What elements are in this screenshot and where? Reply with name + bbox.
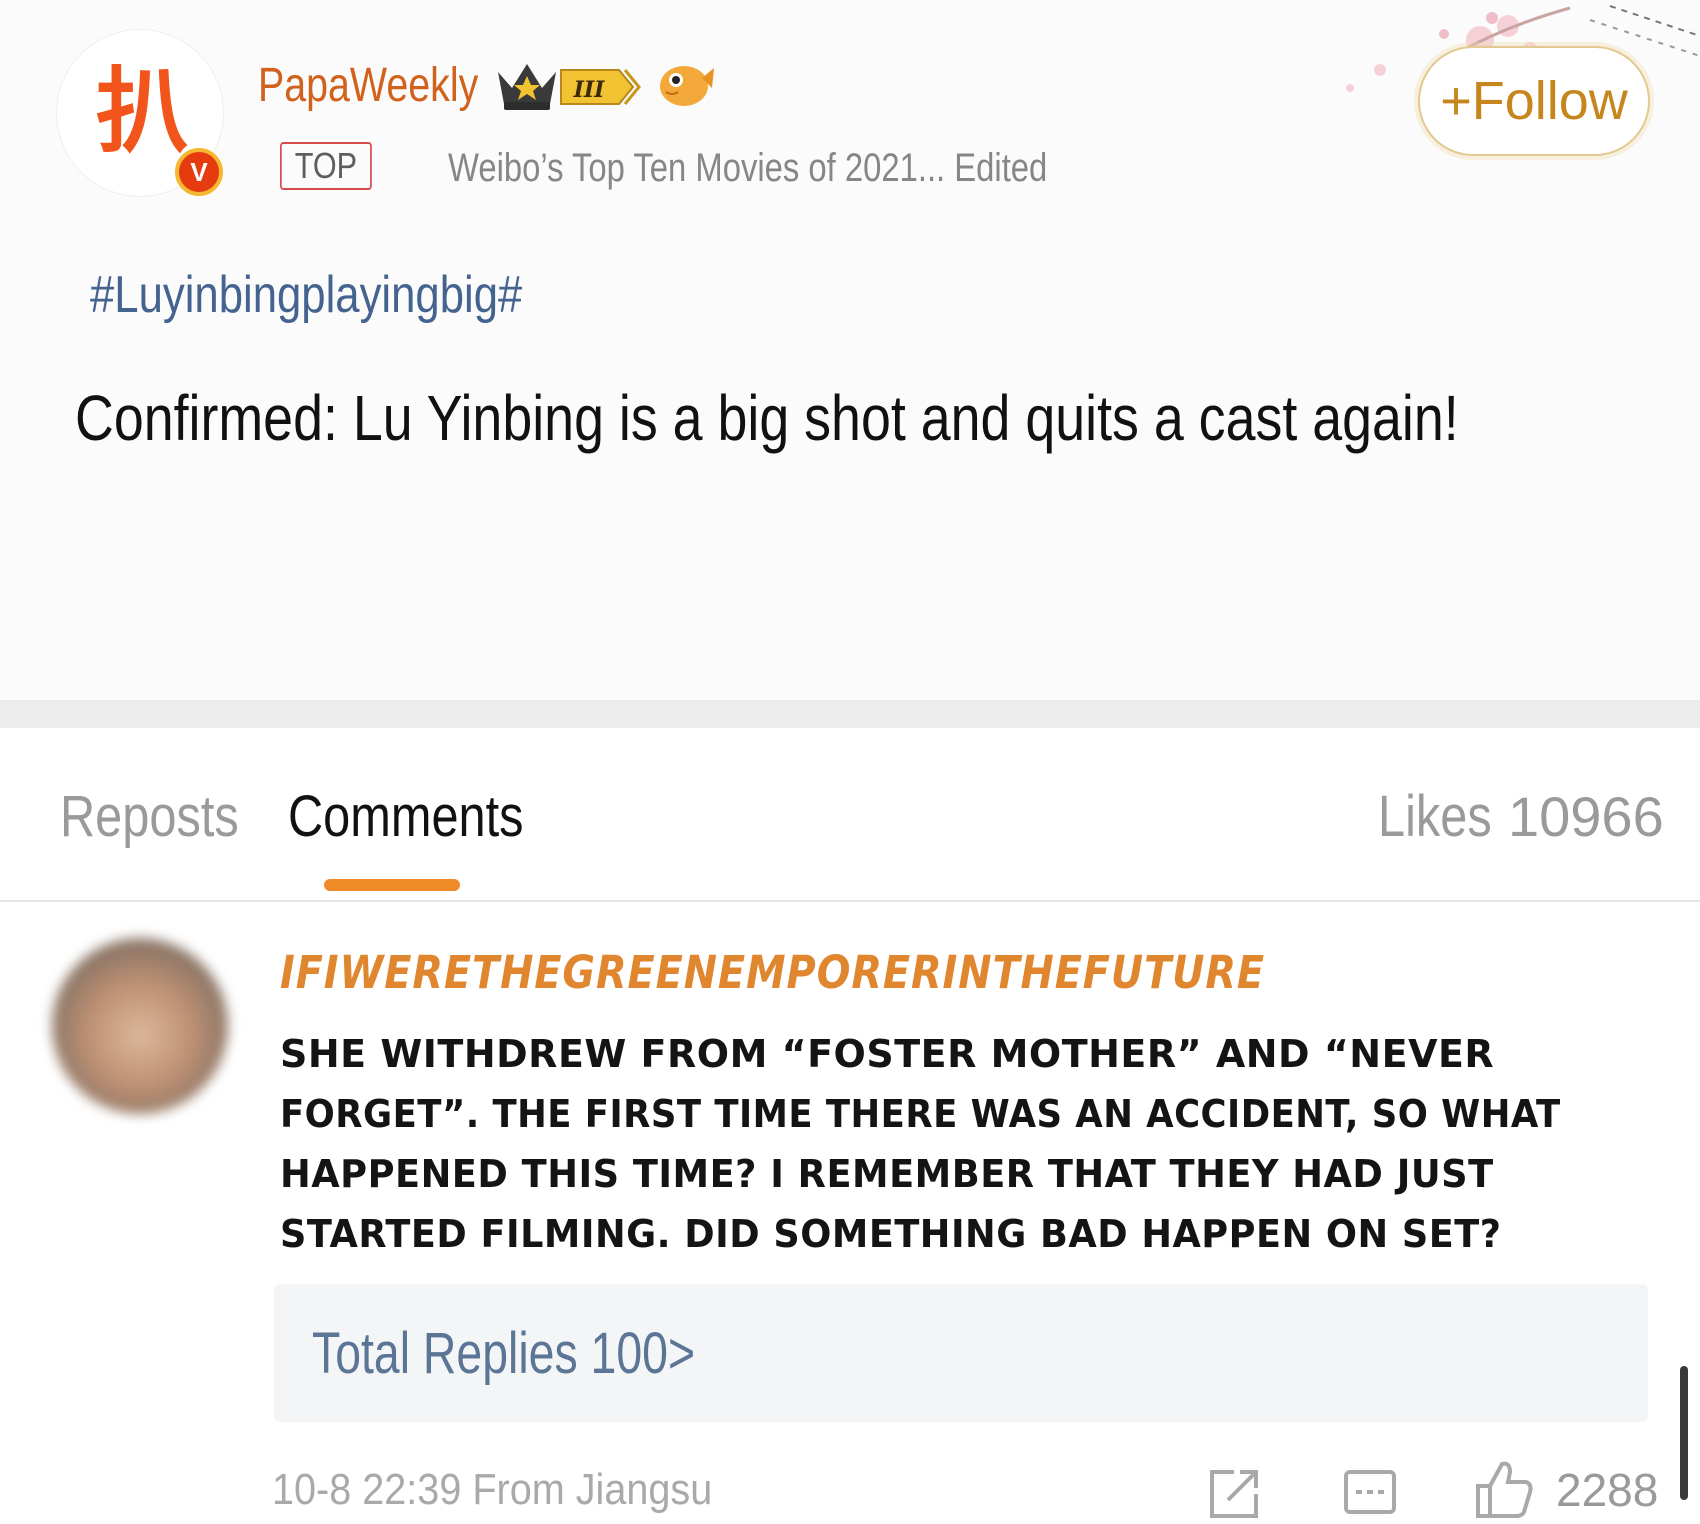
likes-count[interactable]: 10966 [1508,782,1664,852]
comment-like-count: 2288 [1556,1464,1659,1516]
commenter-username[interactable]: IFIWERETHEGREENEMPORERINTHEFUTURE [280,944,1265,1002]
comment-text-line: STARTED FILMING. DID SOMETHING BAD HAPPE… [280,1212,1502,1256]
post-body: Confirmed: Lu Yinbing is a big shot and … [75,382,1459,454]
comment-icon[interactable] [1340,1464,1400,1524]
post-meta: Weibo’s Top Ten Movies of 2021... Edited [448,146,1048,190]
total-replies-link[interactable]: Total Replies 100> [312,1318,695,1390]
top-tag: TOP [280,142,372,190]
tab-likes[interactable]: Likes [1378,782,1492,852]
pufferfish-badge-icon [660,66,714,106]
thumbs-up-icon[interactable] [1470,1456,1536,1522]
level-badge-text: III [573,77,606,103]
comment-timestamp: 10-8 22:39 From Jiangsu [272,1465,713,1514]
level-badge-icon: III [560,69,641,105]
comment-text-line: FORGET”. THE FIRST TIME THERE WAS AN ACC… [280,1092,1561,1136]
scrollbar[interactable] [1680,1366,1688,1500]
commenter-avatar[interactable] [52,938,228,1114]
section-divider [0,700,1700,728]
hashtag-link[interactable]: #Luyinbingplayingbig# [90,262,522,328]
crown-badge-icon [498,64,556,110]
verified-badge-icon: V [175,148,223,196]
share-icon[interactable] [1204,1464,1264,1524]
tab-reposts[interactable]: Reposts [60,782,239,852]
poster-username[interactable]: PapaWeekly [258,56,478,116]
tab-comments[interactable]: Comments [288,782,524,852]
follow-button[interactable]: +Follow [1418,46,1650,156]
comment-text-line: SHE WITHDREW FROM “FOSTER MOTHER” AND “N… [280,1032,1495,1076]
comment-text-line: HAPPENED THIS TIME? I REMEMBER THAT THEY… [280,1152,1494,1196]
tabs-divider [0,900,1700,902]
active-tab-indicator [324,879,460,891]
